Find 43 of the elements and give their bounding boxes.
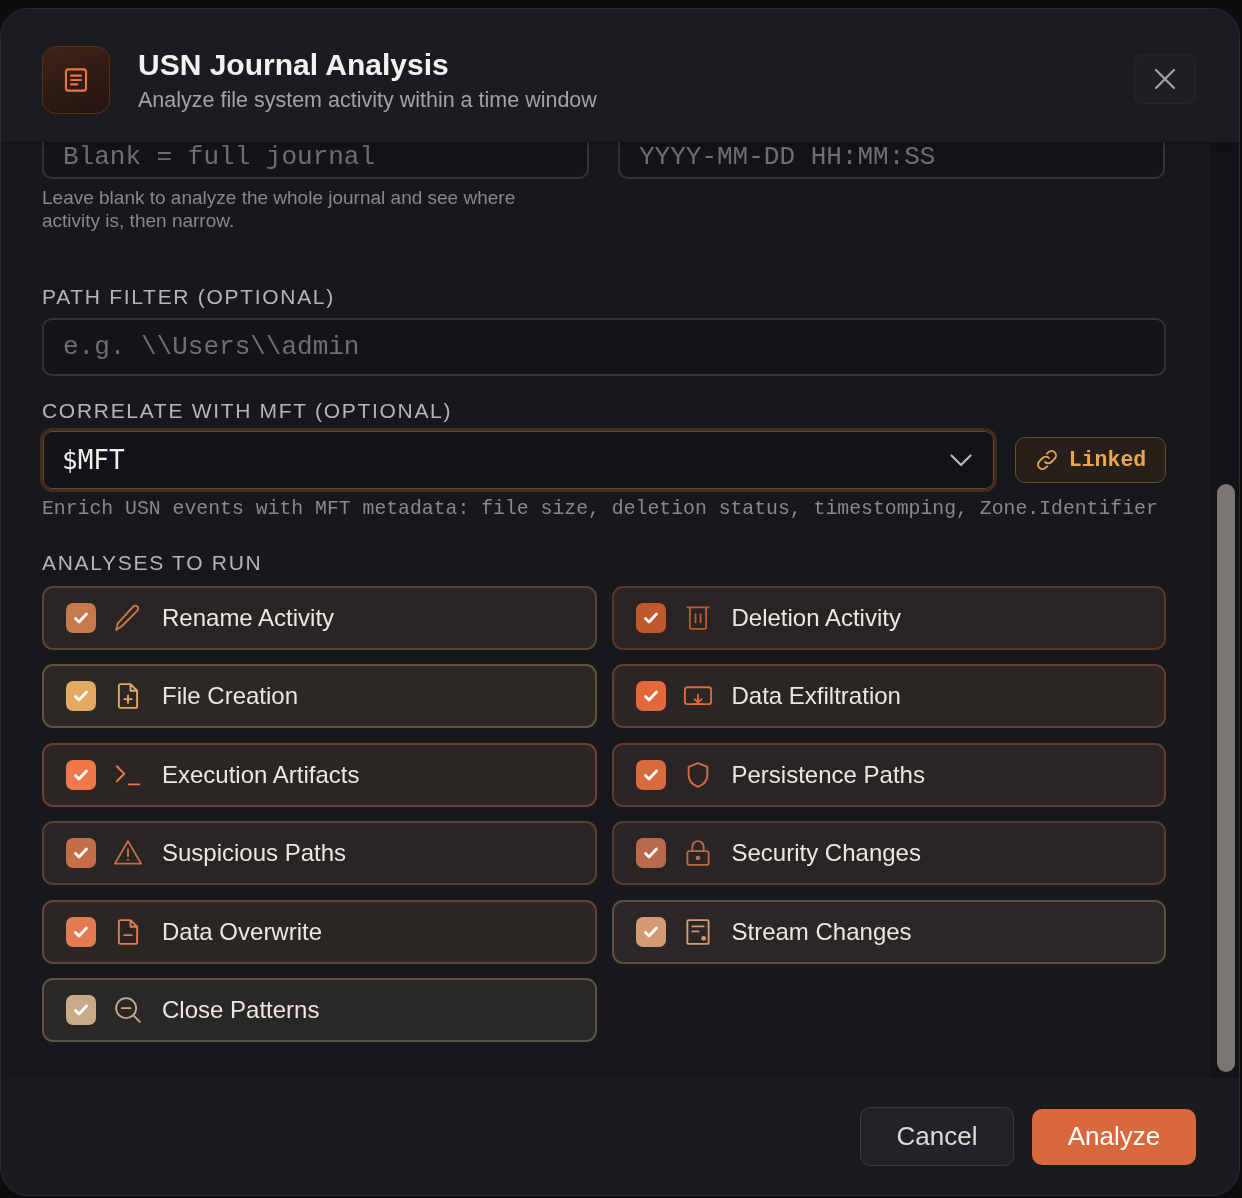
dialog-title: USN Journal Analysis	[138, 47, 450, 83]
input-field[interactable]: Blank = full journal	[42, 142, 589, 179]
document-icon	[42, 46, 110, 114]
checkbox[interactable]	[66, 759, 96, 790]
path-filter-field[interactable]: e.g. \\Users\\admin	[42, 318, 1166, 376]
link-icon	[1034, 448, 1059, 472]
analysis-option[interactable]: Security Changes	[611, 821, 1166, 886]
checkbox[interactable]	[66, 681, 96, 712]
analysis-option[interactable]: Execution Artifacts	[42, 742, 597, 807]
zoom-out-icon	[113, 994, 143, 1025]
checkbox[interactable]	[635, 603, 666, 633]
dialog-subtitle: Analyze file system activity within a time window	[138, 87, 597, 113]
analysis-option[interactable]: Deletion Activity	[611, 586, 1166, 650]
checkbox[interactable]	[635, 916, 666, 947]
analysis-option[interactable]: Data Overwrite	[42, 899, 597, 964]
field-hint: Enrich USN events with MFT metadata: file size, deletion status, timestomping, Zone.Identifier	[42, 498, 1159, 520]
analysis-option[interactable]: Rename Activity	[42, 586, 597, 650]
analysis-option[interactable]: Close Patterns	[42, 977, 597, 1042]
analysis-option[interactable]: Stream Changes	[611, 899, 1166, 964]
close-icon	[1154, 68, 1176, 90]
checkbox[interactable]	[66, 838, 96, 869]
mft-select[interactable]: $MFT	[40, 428, 997, 492]
analysis-option[interactable]: Suspicious Paths	[42, 821, 597, 886]
chevron-down-icon	[950, 453, 972, 467]
section-label: CORRELATE WITH MFT (OPTIONAL)	[42, 399, 454, 423]
checkbox[interactable]	[66, 916, 96, 947]
checkbox[interactable]	[635, 759, 666, 790]
close-button[interactable]	[1134, 54, 1196, 104]
checkbox[interactable]	[635, 681, 666, 712]
section-label: ANALYSES TO RUN	[42, 551, 264, 575]
analyze-button[interactable]: Analyze	[1032, 1108, 1196, 1165]
section-label: PATH FILTER (OPTIONAL)	[42, 285, 336, 309]
linked-button[interactable]: Linked	[1015, 437, 1166, 483]
checkbox[interactable]	[66, 994, 96, 1025]
field-hint: Leave blank to analyze the whole journal and see where activity is, then narrow.	[42, 186, 517, 232]
analysis-option[interactable]: Persistence Paths	[611, 742, 1166, 807]
scrollbar-thumb[interactable]	[1217, 484, 1235, 1072]
checkbox[interactable]	[635, 838, 666, 869]
checkbox[interactable]	[66, 603, 96, 633]
input-field[interactable]: YYYY-MM-DD HH:MM:SS	[618, 142, 1165, 179]
analysis-option[interactable]: File Creation	[42, 664, 597, 729]
analysis-option[interactable]: Data Exfiltration	[611, 664, 1166, 729]
cancel-button[interactable]: Cancel	[860, 1107, 1014, 1166]
